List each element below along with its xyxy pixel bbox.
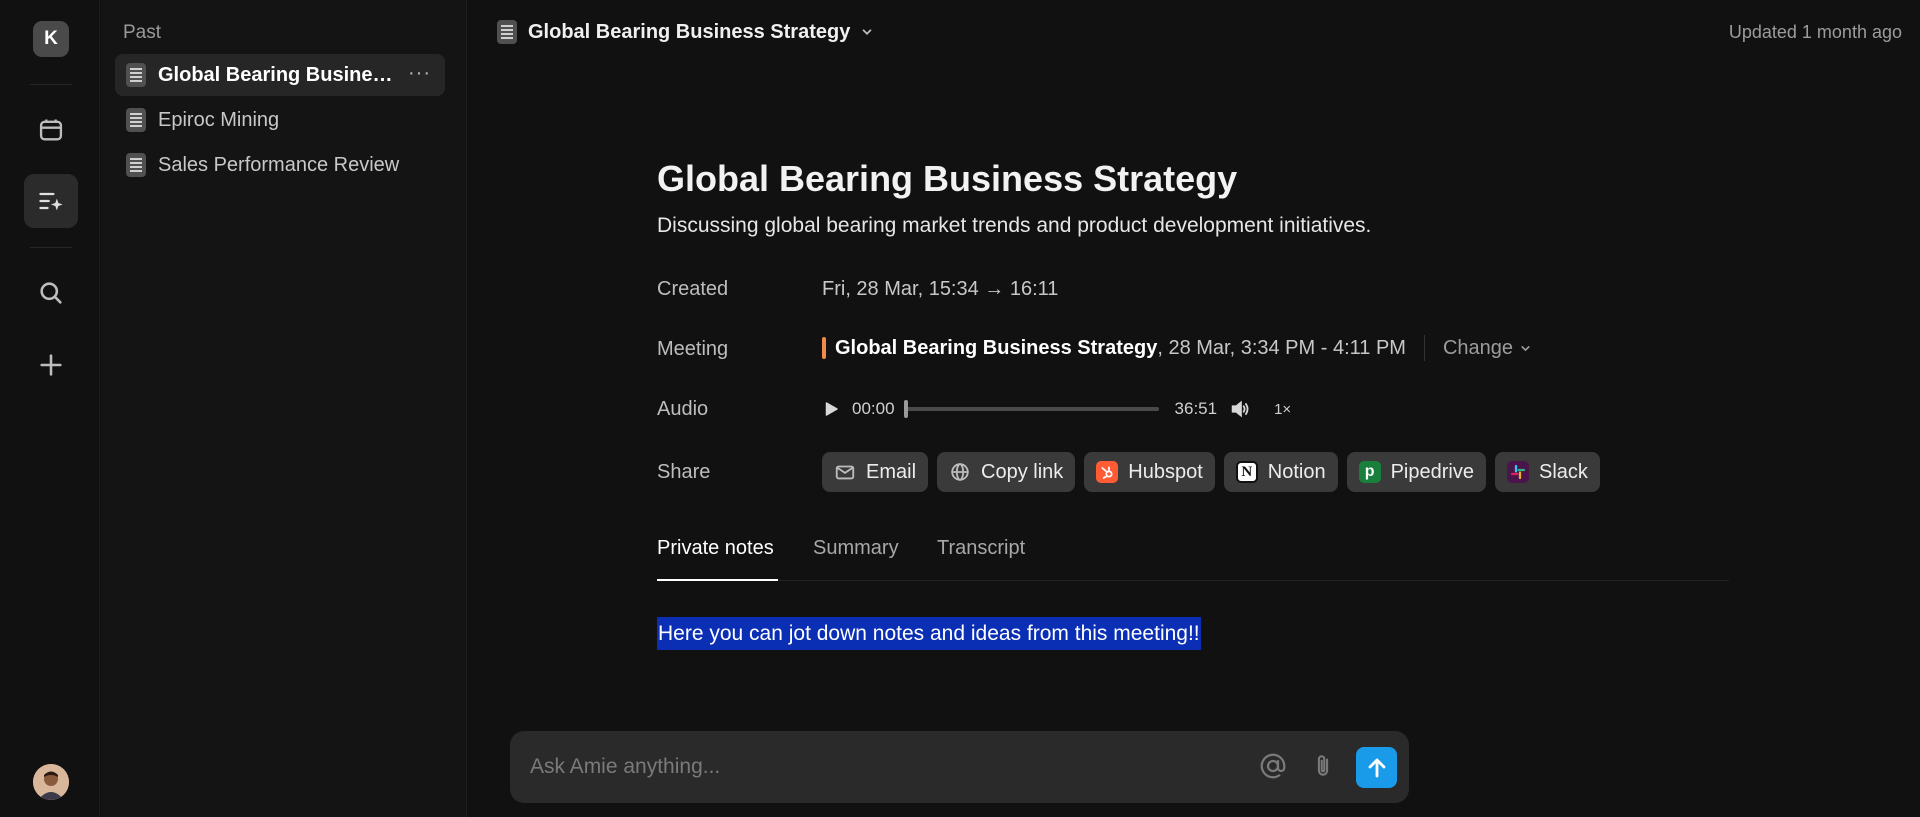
created-label: Created <box>657 278 729 300</box>
share-copy-link-label: Copy link <box>981 460 1064 483</box>
share-slack-button[interactable]: Slack <box>1494 452 1600 492</box>
audio-current-time: 00:00 <box>852 399 895 418</box>
header-title: Global Bearing Business Strategy <box>528 20 851 43</box>
share-email-button[interactable]: Email <box>822 452 929 492</box>
share-buttons: Email Copy link Hubspot N Notion p Piped… <box>822 452 1609 492</box>
change-meeting-button[interactable]: Change <box>1443 337 1532 360</box>
workspace-avatar[interactable]: K <box>33 21 69 57</box>
audio-progress-knob[interactable] <box>903 400 908 418</box>
created-value: Fri, 28 Mar, 15:34 → 16:11 <box>822 278 1059 300</box>
notes-button[interactable] <box>24 174 78 228</box>
meeting-color-bar <box>822 337 826 359</box>
sidebar-item-global-bearing[interactable]: Global Bearing Business... ··· <box>115 54 445 96</box>
share-slack-label: Slack <box>1538 460 1588 483</box>
rail-divider <box>30 247 72 248</box>
volume-icon[interactable] <box>1229 398 1251 420</box>
audio-player: 00:00 36:51 1× <box>822 396 1291 422</box>
updated-timestamp: Updated 1 month ago <box>1728 22 1902 42</box>
share-hubspot-button[interactable]: Hubspot <box>1084 452 1215 492</box>
sidebar-item-label: Epiroc Mining <box>158 108 280 131</box>
share-pipedrive-button[interactable]: p Pipedrive <box>1346 452 1486 492</box>
ask-amie-bar <box>510 731 1409 803</box>
divider <box>1423 335 1425 361</box>
sidebar-item-label: Global Bearing Business... <box>158 63 403 86</box>
meeting-name[interactable]: Global Bearing Business Strategy <box>835 337 1157 360</box>
share-notion-button[interactable]: N Notion <box>1223 452 1338 492</box>
slack-icon <box>1506 461 1529 483</box>
audio-label: Audio <box>657 398 709 420</box>
pipedrive-icon: p <box>1358 461 1381 483</box>
send-button[interactable] <box>1356 747 1397 788</box>
sidebar-heading: Past <box>123 22 162 43</box>
doc-tabs: Private notes Summary Transcript <box>657 537 1729 581</box>
notes-sidebar: Past Global Bearing Business... ··· Epir… <box>101 0 467 817</box>
doc-title-dropdown[interactable]: Global Bearing Business Strategy <box>497 20 874 44</box>
sidebar-item-epiroc[interactable]: Epiroc Mining <box>115 99 445 141</box>
left-rail: K <box>0 0 100 817</box>
plus-icon <box>40 354 62 376</box>
add-button[interactable] <box>24 338 78 392</box>
change-label: Change <box>1442 336 1514 359</box>
user-avatar[interactable] <box>33 764 69 800</box>
search-icon <box>40 282 62 304</box>
globe-icon <box>951 463 969 481</box>
notion-icon: N <box>1235 461 1258 483</box>
rail-divider <box>30 84 72 85</box>
audio-total-time: 36:51 <box>1174 399 1218 418</box>
ask-amie-input[interactable] <box>530 749 1220 785</box>
meeting-value: Global Bearing Business Strategy , 28 Ma… <box>822 335 1532 361</box>
chevron-down-icon <box>1521 345 1530 351</box>
tab-private-notes[interactable]: Private notes <box>657 537 778 581</box>
sidebar-item-sales-review[interactable]: Sales Performance Review <box>115 144 445 186</box>
share-email-label: Email <box>866 460 917 483</box>
attachment-icon[interactable] <box>1309 752 1337 780</box>
sidebar-item-label: Sales Performance Review <box>158 153 400 176</box>
notes-sparkle-icon <box>39 192 63 211</box>
share-notion-label: Notion <box>1267 460 1326 483</box>
chevron-down-icon <box>862 29 872 35</box>
share-pipedrive-label: Pipedrive <box>1390 460 1474 483</box>
share-copy-link-button[interactable]: Copy link <box>937 452 1076 492</box>
document-icon <box>126 108 146 132</box>
page-title[interactable]: Global Bearing Business Strategy <box>657 158 1237 200</box>
play-icon[interactable] <box>822 400 840 418</box>
mail-icon <box>835 465 855 480</box>
share-label: Share <box>657 461 711 483</box>
arrow-up-icon <box>1368 758 1385 777</box>
tab-transcript[interactable]: Transcript <box>937 537 1025 581</box>
hubspot-icon <box>1096 461 1119 483</box>
user-avatar-icon <box>33 764 69 800</box>
more-options-icon[interactable]: ··· <box>408 63 431 83</box>
mention-icon[interactable] <box>1258 751 1288 781</box>
meeting-time: , 28 Mar, 3:34 PM - 4:11 PM <box>1157 336 1406 359</box>
document-icon <box>497 20 517 44</box>
document-icon <box>126 63 146 87</box>
calendar-button[interactable] <box>24 103 78 157</box>
playback-speed[interactable]: 1× <box>1274 401 1291 418</box>
calendar-icon <box>39 119 63 141</box>
page-subtitle[interactable]: Discussing global bearing market trends … <box>657 214 1371 238</box>
search-button[interactable] <box>24 266 78 320</box>
meeting-label: Meeting <box>657 338 729 360</box>
share-hubspot-label: Hubspot <box>1128 460 1203 483</box>
private-notes-text[interactable]: Here you can jot down notes and ideas fr… <box>657 617 1201 650</box>
audio-progress-slider[interactable] <box>903 400 1159 418</box>
document-icon <box>126 153 146 177</box>
tab-summary[interactable]: Summary <box>813 537 899 581</box>
